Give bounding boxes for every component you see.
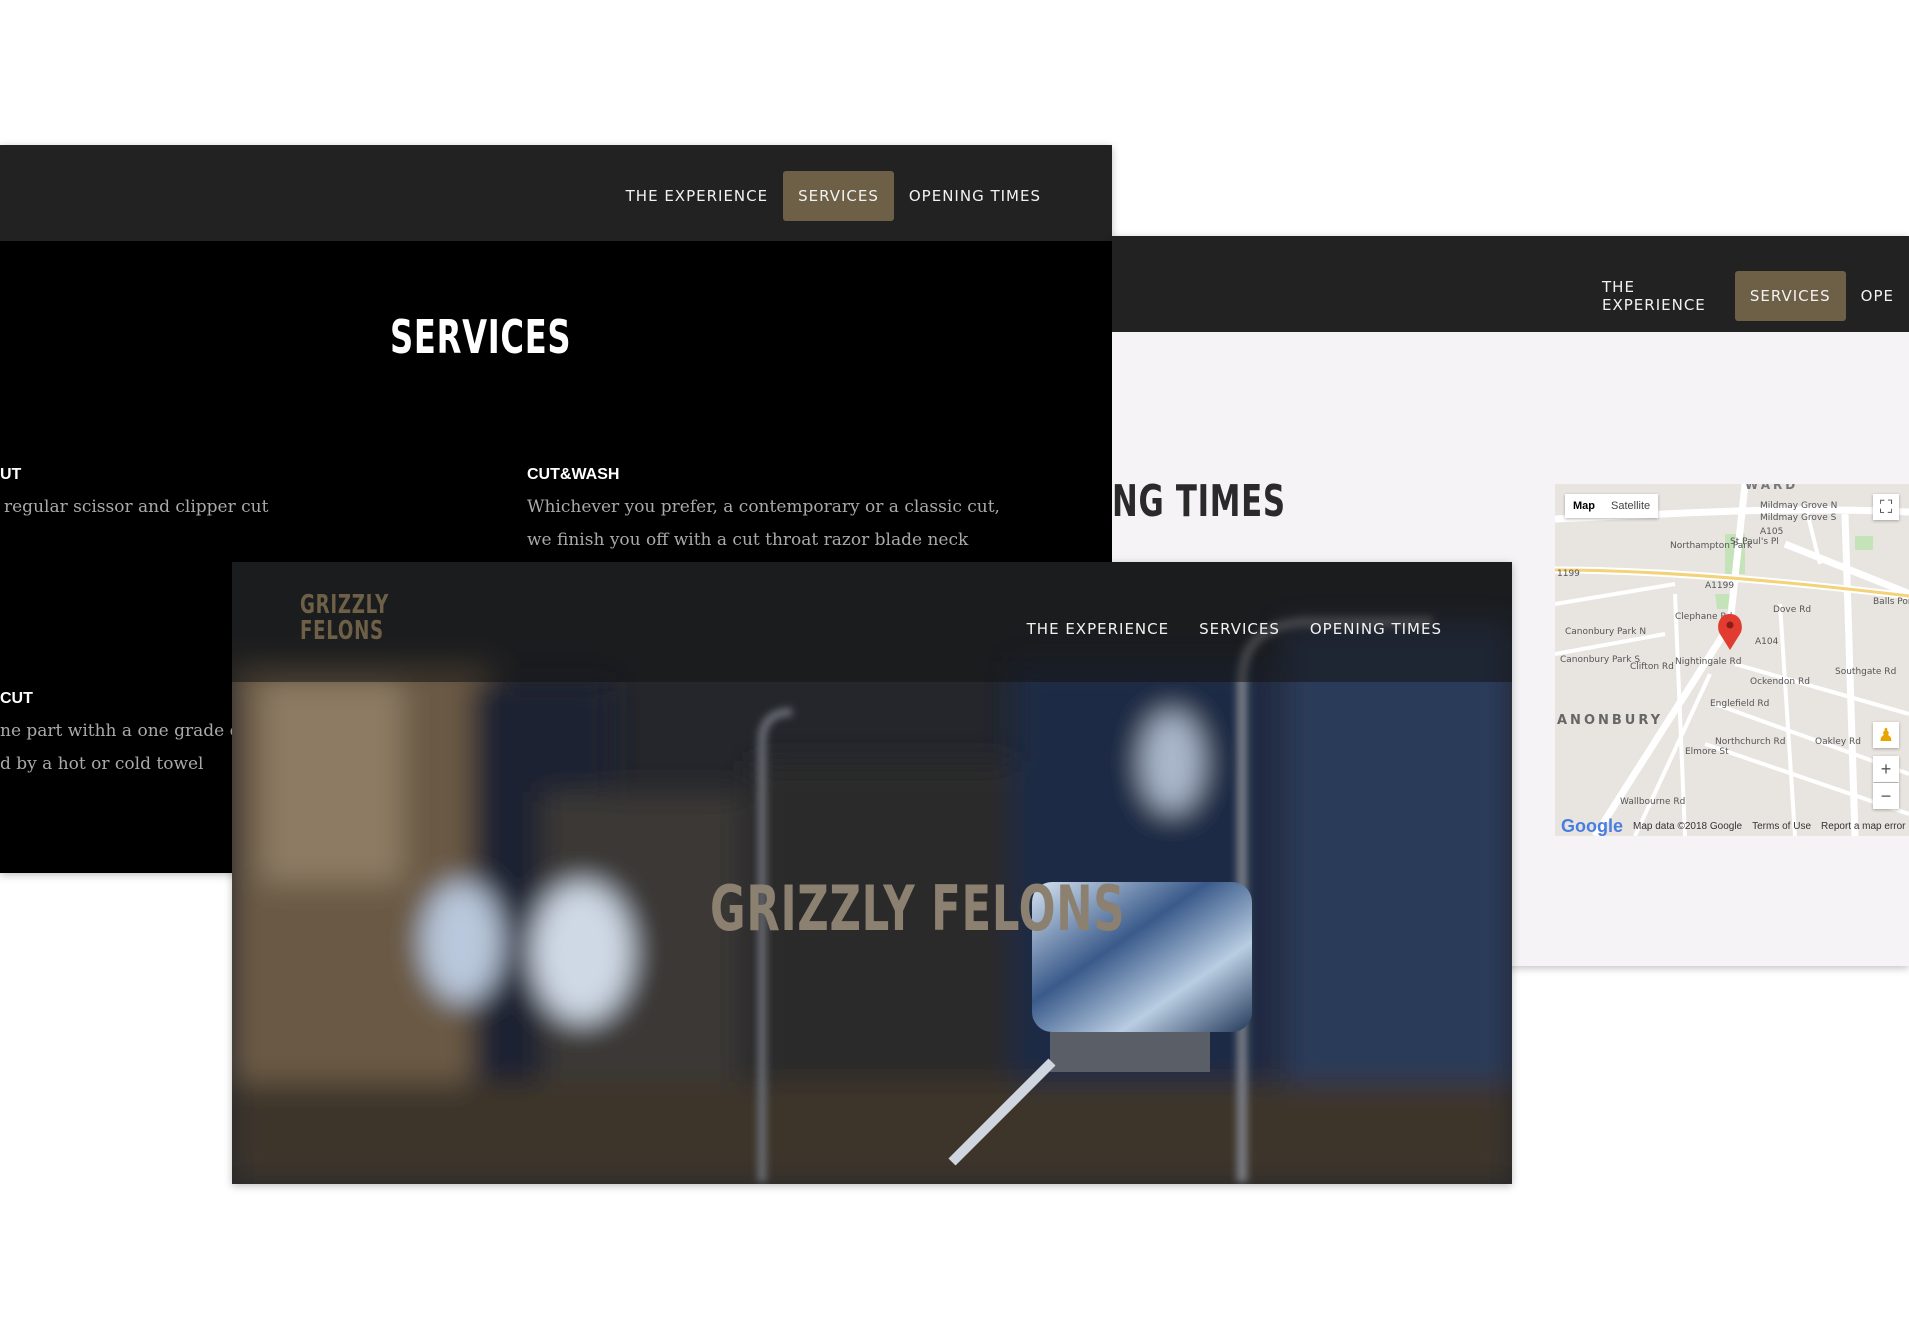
map-type-satellite-button[interactable]: Satellite bbox=[1603, 494, 1658, 518]
svg-text:Oakley Rd: Oakley Rd bbox=[1815, 737, 1861, 747]
zoom-out-button[interactable]: − bbox=[1873, 783, 1899, 809]
street-view-pegman-icon[interactable]: ♟ bbox=[1873, 722, 1899, 748]
hero-page-screenshot: GRIZZLY FELONS THE EXPERIENCE SERVICES O… bbox=[232, 562, 1512, 1184]
service-description: regular scissor and clipper cut bbox=[4, 497, 269, 517]
services-nav: THE EXPERIENCE SERVICES OPENING TIMES bbox=[611, 171, 1056, 221]
svg-text:Ockendon Rd: Ockendon Rd bbox=[1750, 677, 1810, 687]
service-name: CUT bbox=[0, 690, 33, 707]
services-title: SERVICES bbox=[390, 310, 572, 364]
svg-text:Mildmay Grove S: Mildmay Grove S bbox=[1760, 513, 1837, 523]
svg-text:Northchurch Rd: Northchurch Rd bbox=[1715, 737, 1786, 747]
service-name: CUT&WASH bbox=[527, 466, 620, 483]
service-name: UT bbox=[0, 466, 22, 483]
svg-text:Dove Rd: Dove Rd bbox=[1773, 605, 1811, 615]
zoom-in-button[interactable]: + bbox=[1873, 756, 1899, 782]
nav-opening-times[interactable]: OPENING TIMES bbox=[894, 171, 1056, 221]
map-attribution: Map data ©2018 Google bbox=[1633, 820, 1743, 832]
nav-the-experience[interactable]: THE EXPERIENCE bbox=[1587, 262, 1735, 330]
svg-text:A104: A104 bbox=[1755, 637, 1779, 647]
google-logo: Google bbox=[1561, 815, 1623, 836]
map-report-link[interactable]: Report a map error bbox=[1821, 821, 1905, 832]
google-map[interactable]: WARD Mildmay Grove N Mildmay Grove S Nor… bbox=[1555, 484, 1909, 836]
nav-opening-times[interactable]: OPENING TIMES bbox=[1295, 604, 1457, 654]
nav-services[interactable]: SERVICES bbox=[783, 171, 894, 221]
map-type-toggle: Map Satellite bbox=[1565, 494, 1659, 518]
svg-text:Elmore St: Elmore St bbox=[1685, 747, 1729, 757]
svg-text:Canonbury Park N: Canonbury Park N bbox=[1565, 627, 1646, 637]
svg-text:Balls Pon: Balls Pon bbox=[1873, 597, 1909, 607]
map-footer: Google Map data ©2018 Google Terms of Us… bbox=[1555, 816, 1909, 836]
opening-times-title: NG TIMES bbox=[1112, 476, 1286, 527]
svg-text:A105: A105 bbox=[1760, 527, 1783, 537]
svg-text:St Paul's Pl: St Paul's Pl bbox=[1730, 537, 1779, 547]
svg-text:Wallbourne Rd: Wallbourne Rd bbox=[1620, 797, 1685, 807]
grizzly-felons-logo[interactable]: GRIZZLY FELONS bbox=[300, 592, 389, 644]
service-description: ne part withh a one grade clip d by a ho… bbox=[0, 721, 261, 774]
svg-text:Clifton Rd: Clifton Rd bbox=[1630, 662, 1674, 672]
svg-text:Englefield Rd: Englefield Rd bbox=[1710, 699, 1769, 709]
times-nav: THE EXPERIENCE SERVICES OPE bbox=[1587, 262, 1909, 330]
svg-text:A1199: A1199 bbox=[1705, 581, 1734, 591]
svg-text:Southgate Rd: Southgate Rd bbox=[1835, 667, 1896, 677]
map-terms-link[interactable]: Terms of Use bbox=[1752, 821, 1811, 832]
nav-opening-times[interactable]: OPE bbox=[1846, 271, 1909, 321]
nav-services[interactable]: SERVICES bbox=[1734, 271, 1846, 321]
fullscreen-icon[interactable]: ⛶ bbox=[1873, 494, 1899, 520]
hero-nav: THE EXPERIENCE SERVICES OPENING TIMES bbox=[1012, 604, 1457, 654]
nav-the-experience[interactable]: THE EXPERIENCE bbox=[1012, 604, 1184, 654]
map-type-map-button[interactable]: Map bbox=[1565, 494, 1603, 518]
svg-text:Nightingale Rd: Nightingale Rd bbox=[1675, 657, 1741, 667]
map-label: WARD bbox=[1745, 484, 1798, 492]
service-description: Whichever you prefer, a contemporary or … bbox=[527, 497, 1000, 550]
nav-services[interactable]: SERVICES bbox=[1184, 604, 1295, 654]
svg-text:ANONBURY: ANONBURY bbox=[1557, 713, 1663, 728]
svg-text:1199: 1199 bbox=[1557, 569, 1580, 579]
svg-text:Mildmay Grove N: Mildmay Grove N bbox=[1760, 501, 1837, 511]
svg-text:Canonbury Park S: Canonbury Park S bbox=[1560, 655, 1640, 665]
nav-the-experience[interactable]: THE EXPERIENCE bbox=[611, 171, 783, 221]
hero-title: GRIZZLY FELONS bbox=[710, 872, 1126, 945]
map-streets: WARD Mildmay Grove N Mildmay Grove S Nor… bbox=[1555, 484, 1909, 836]
